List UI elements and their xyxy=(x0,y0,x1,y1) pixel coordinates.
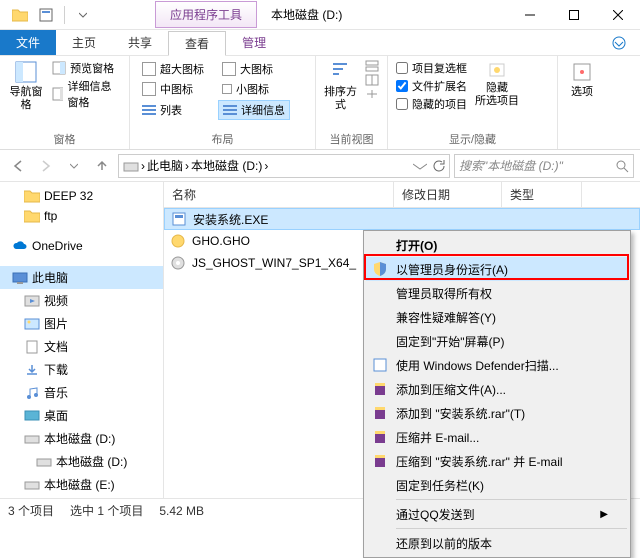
view-details[interactable]: 详细信息 xyxy=(218,100,290,120)
rar-icon xyxy=(372,405,388,421)
status-count: 3 个项目 xyxy=(8,502,54,519)
tree-downloads[interactable]: 下载 xyxy=(0,358,163,381)
group-icon[interactable] xyxy=(365,60,379,72)
options-button[interactable]: 选项 xyxy=(566,60,598,99)
status-size: 5.42 MB xyxy=(159,504,204,518)
menu-take-ownership[interactable]: 管理员取得所有权 xyxy=(366,281,628,305)
quick-access-toolbar xyxy=(0,4,95,26)
view-xlarge-icons[interactable]: 超大图标 xyxy=(138,60,208,78)
tab-view[interactable]: 查看 xyxy=(168,31,226,56)
tree-thispc[interactable]: 此电脑 xyxy=(0,266,163,289)
menu-add-archive[interactable]: 添加到压缩文件(A)... xyxy=(366,377,628,401)
shield-icon xyxy=(372,261,388,277)
preview-pane-button[interactable]: 预览窗格 xyxy=(52,60,121,76)
status-selected: 选中 1 个项目 xyxy=(70,502,143,519)
ribbon: 导航窗格 预览窗格 详细信息窗格 窗格 超大图标 大图标 中图标 小图标 xyxy=(0,56,640,150)
help-dropdown[interactable] xyxy=(606,30,632,55)
menu-compress-email-to[interactable]: 压缩到 "安装系统.rar" 并 E-mail xyxy=(366,449,628,473)
menu-pin-start[interactable]: 固定到"开始"屏幕(P) xyxy=(366,329,628,353)
details-pane-button[interactable]: 详细信息窗格 xyxy=(52,78,121,110)
fit-icon[interactable] xyxy=(365,88,379,100)
search-icon xyxy=(615,159,629,173)
recent-dropdown[interactable] xyxy=(62,154,86,178)
menu-qq-send[interactable]: 通过QQ发送到▶ xyxy=(366,502,628,526)
rar-icon xyxy=(372,429,388,445)
rar-icon xyxy=(372,453,388,469)
window-title: 本地磁盘 (D:) xyxy=(271,6,342,23)
qat-dropdown[interactable] xyxy=(71,4,95,26)
tab-share[interactable]: 共享 xyxy=(112,30,168,55)
drive-icon xyxy=(123,159,139,173)
address-dropdown-icon[interactable] xyxy=(413,159,427,173)
tree-folder-ftp[interactable]: ftp xyxy=(0,206,163,226)
crumb-drive[interactable]: 本地磁盘 (D:) xyxy=(191,157,262,174)
menu-compress-email[interactable]: 压缩并 E-mail... xyxy=(366,425,628,449)
exe-icon xyxy=(171,211,187,227)
sort-button[interactable]: 排序方式 xyxy=(324,60,357,112)
list-header[interactable]: 名称 修改日期 类型 xyxy=(164,182,640,208)
search-input[interactable]: 搜索"本地磁盘 (D:)" xyxy=(454,154,634,178)
back-button[interactable] xyxy=(6,154,30,178)
tab-manage[interactable]: 管理 xyxy=(226,30,282,55)
gho-icon xyxy=(170,233,186,249)
hidden-items-toggle[interactable]: 隐藏的项目 xyxy=(396,96,467,112)
menu-open[interactable]: 打开(O) xyxy=(366,233,628,257)
up-button[interactable] xyxy=(90,154,114,178)
tree-videos[interactable]: 视频 xyxy=(0,289,163,312)
column-type[interactable]: 类型 xyxy=(502,182,582,207)
iso-icon xyxy=(170,255,186,271)
maximize-button[interactable] xyxy=(552,1,596,29)
tree-drive-d-sub[interactable]: 本地磁盘 (D:) xyxy=(0,450,163,473)
tree-documents[interactable]: 文档 xyxy=(0,335,163,358)
rar-icon xyxy=(372,381,388,397)
menu-add-to-rar[interactable]: 添加到 "安装系统.rar"(T) xyxy=(366,401,628,425)
tree-drive-d[interactable]: 本地磁盘 (D:) xyxy=(0,427,163,450)
tree-pictures[interactable]: 图片 xyxy=(0,312,163,335)
menu-pin-taskbar[interactable]: 固定到任务栏(K) xyxy=(366,473,628,497)
group-label-showhide: 显示/隐藏 xyxy=(396,129,549,147)
columns-icon[interactable] xyxy=(365,74,379,86)
view-medium-icons[interactable]: 中图标 xyxy=(138,80,208,98)
file-ext-toggle[interactable]: 文件扩展名 xyxy=(396,78,467,94)
view-large-icons[interactable]: 大图标 xyxy=(218,60,290,78)
group-label-layout: 布局 xyxy=(138,129,307,147)
context-tab[interactable]: 应用程序工具 xyxy=(155,1,257,28)
view-list[interactable]: 列表 xyxy=(138,100,208,120)
tree-folder-deep32[interactable]: DEEP 32 xyxy=(0,186,163,206)
breadcrumb[interactable]: › 此电脑 › 本地磁盘 (D:) › xyxy=(118,154,450,178)
menu-run-as-admin[interactable]: 以管理员身份运行(A) xyxy=(366,257,628,281)
view-small-icons[interactable]: 小图标 xyxy=(218,80,290,98)
defender-icon xyxy=(372,357,388,373)
close-button[interactable] xyxy=(596,1,640,29)
item-checkboxes-toggle[interactable]: 项目复选框 xyxy=(396,60,467,76)
menu-defender-scan[interactable]: 使用 Windows Defender扫描... xyxy=(366,353,628,377)
tree-music[interactable]: 音乐 xyxy=(0,381,163,404)
group-label-current: 当前视图 xyxy=(324,129,379,147)
tab-file[interactable]: 文件 xyxy=(0,30,56,55)
column-date[interactable]: 修改日期 xyxy=(394,182,502,207)
menu-compatibility[interactable]: 兼容性疑难解答(Y) xyxy=(366,305,628,329)
hide-selected-button[interactable]: 隐藏 所选项目 xyxy=(475,60,519,108)
tree-onedrive[interactable]: OneDrive xyxy=(0,236,163,256)
navigation-tree[interactable]: DEEP 32 ftp OneDrive 此电脑 视频 图片 文档 下载 音乐 … xyxy=(0,182,164,498)
list-row[interactable]: 安装系统.EXE xyxy=(164,208,640,230)
folder-icon xyxy=(8,4,32,26)
navigation-pane-button[interactable]: 导航窗格 xyxy=(8,60,44,112)
menu-restore-version[interactable]: 还原到以前的版本 xyxy=(366,531,628,555)
refresh-icon[interactable] xyxy=(431,159,445,173)
minimize-button[interactable] xyxy=(508,1,552,29)
tree-drive-e[interactable]: 本地磁盘 (E:) xyxy=(0,473,163,496)
column-name[interactable]: 名称 xyxy=(164,182,394,207)
context-menu: 打开(O) 以管理员身份运行(A) 管理员取得所有权 兼容性疑难解答(Y) 固定… xyxy=(363,230,631,558)
tree-desktop[interactable]: 桌面 xyxy=(0,404,163,427)
ribbon-tabs: 文件 主页 共享 查看 管理 xyxy=(0,30,640,56)
crumb-thispc[interactable]: 此电脑 xyxy=(147,157,183,174)
forward-button[interactable] xyxy=(34,154,58,178)
properties-button[interactable] xyxy=(34,4,58,26)
title-bar: 应用程序工具 本地磁盘 (D:) xyxy=(0,0,640,30)
group-label-pane: 窗格 xyxy=(8,129,121,147)
address-bar: › 此电脑 › 本地磁盘 (D:) › 搜索"本地磁盘 (D:)" xyxy=(0,150,640,182)
tab-home[interactable]: 主页 xyxy=(56,30,112,55)
